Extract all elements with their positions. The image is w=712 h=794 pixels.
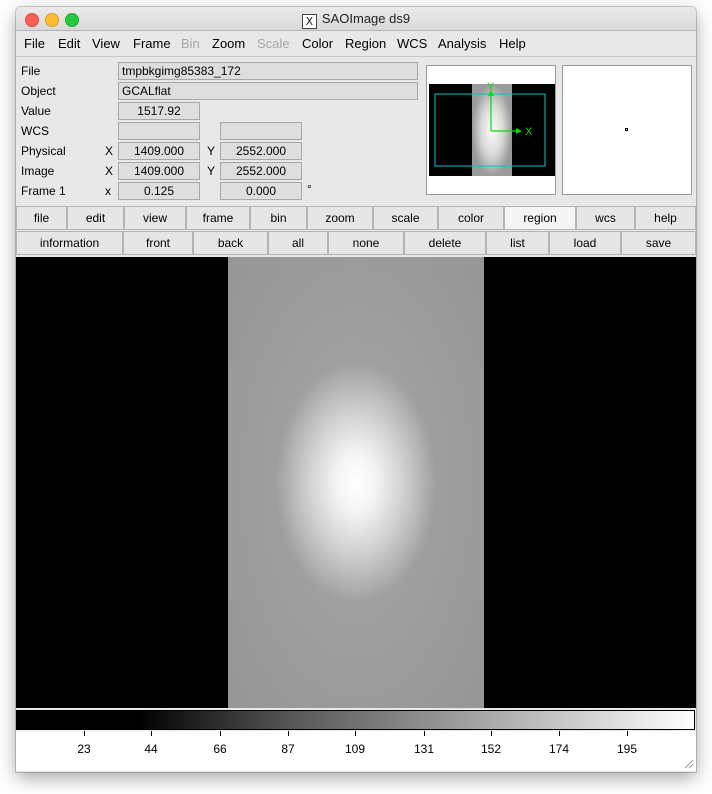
wcs-field-1 xyxy=(118,122,200,140)
value-label: Value xyxy=(21,104,51,118)
colorbar-tick xyxy=(424,731,425,736)
object-field: GCALflat xyxy=(118,82,418,100)
menu-analysis[interactable]: Analysis xyxy=(438,36,486,51)
button-view[interactable]: view xyxy=(124,206,186,230)
window-title: X SAOImage ds9 xyxy=(16,11,696,29)
button-back[interactable]: back xyxy=(193,231,268,255)
resize-grip-icon[interactable] xyxy=(682,757,694,769)
ds9-window: X SAOImage ds9 File Edit View Frame Bin Z… xyxy=(16,7,696,772)
image-label: Image xyxy=(21,164,55,178)
window-title-text: SAOImage ds9 xyxy=(321,11,411,26)
colorbar-tick-label: 109 xyxy=(344,742,366,756)
image-display[interactable] xyxy=(16,257,696,708)
menu-frame[interactable]: Frame xyxy=(133,36,171,51)
panner-image xyxy=(472,84,512,176)
menu-bin: Bin xyxy=(181,36,200,51)
button-front[interactable]: front xyxy=(123,231,193,255)
button-help[interactable]: help xyxy=(635,206,696,230)
panner[interactable]: Y X xyxy=(426,65,556,195)
button-save[interactable]: save xyxy=(621,231,696,255)
colorbar-tick xyxy=(220,731,221,736)
image-x-label: X xyxy=(105,164,114,178)
file-label: File xyxy=(21,64,41,78)
physical-x-field: 1409.000 xyxy=(118,142,200,160)
wcs-field-2 xyxy=(220,122,302,140)
colorbar-tick xyxy=(84,731,85,736)
colorbar-tick-label: 66 xyxy=(213,742,227,756)
button-none[interactable]: none xyxy=(328,231,404,255)
menu-wcs[interactable]: WCS xyxy=(397,36,427,51)
colorbar-tick-label: 23 xyxy=(77,742,91,756)
menu-view[interactable]: View xyxy=(92,36,120,51)
title-bar[interactable]: X SAOImage ds9 xyxy=(16,7,696,31)
physical-label: Physical xyxy=(21,144,66,158)
colorbar-tick-label: 195 xyxy=(616,742,638,756)
button-bar-main: file edit view frame bin zoom scale colo… xyxy=(16,206,696,230)
colorbar[interactable] xyxy=(16,710,695,730)
button-delete[interactable]: delete xyxy=(404,231,486,255)
menu-color[interactable]: Color xyxy=(302,36,333,51)
image-x-field: 1409.000 xyxy=(118,162,200,180)
image-y-label: Y xyxy=(207,164,216,178)
button-region[interactable]: region xyxy=(504,206,576,230)
physical-x-label: X xyxy=(105,144,114,158)
menu-edit[interactable]: Edit xyxy=(58,36,80,51)
panner-canvas: Y X xyxy=(429,81,555,176)
frame-zoom-field: 0.125 xyxy=(118,182,200,200)
button-zoom[interactable]: zoom xyxy=(307,206,373,230)
button-scale[interactable]: scale xyxy=(373,206,438,230)
colorbar-tick-label: 152 xyxy=(480,742,502,756)
menu-file[interactable]: File xyxy=(24,36,45,51)
colorbar-tick-label: 174 xyxy=(548,742,570,756)
value-field: 1517.92 xyxy=(118,102,200,120)
button-all[interactable]: all xyxy=(268,231,328,255)
wcs-label: WCS xyxy=(21,124,49,138)
button-information[interactable]: information xyxy=(16,231,123,255)
frame-angle-field: 0.000 xyxy=(220,182,302,200)
menu-zoom[interactable]: Zoom xyxy=(212,36,245,51)
frame-x-label: x xyxy=(105,184,111,198)
x11-icon: X xyxy=(301,14,317,29)
colorbar-tick xyxy=(627,731,628,736)
button-list[interactable]: list xyxy=(486,231,549,255)
button-color[interactable]: color xyxy=(438,206,504,230)
menu-bar: File Edit View Frame Bin Zoom Scale Colo… xyxy=(16,31,696,57)
colorbar-tick xyxy=(151,731,152,736)
colorbar-tick-label: 131 xyxy=(413,742,435,756)
colorbar-tick-label: 44 xyxy=(144,742,158,756)
magnifier-cursor xyxy=(625,128,628,131)
colorbar-tick xyxy=(559,731,560,736)
button-frame[interactable]: frame xyxy=(186,206,250,230)
menu-help[interactable]: Help xyxy=(499,36,526,51)
button-wcs[interactable]: wcs xyxy=(576,206,635,230)
button-bar-region: information front back all none delete l… xyxy=(16,231,696,255)
physical-y-field: 2552.000 xyxy=(220,142,302,160)
colorbar-ticks: 23 44 66 87 109 131 152 174 195 xyxy=(16,731,696,771)
button-file[interactable]: file xyxy=(16,206,67,230)
flat-field-vignette xyxy=(228,257,484,708)
degree-symbol: ° xyxy=(307,182,312,196)
magnifier xyxy=(562,65,692,195)
object-label: Object xyxy=(21,84,56,98)
button-bin[interactable]: bin xyxy=(250,206,307,230)
button-edit[interactable]: edit xyxy=(67,206,124,230)
file-field: tmpbkgimg85383_172 xyxy=(118,62,418,80)
button-load[interactable]: load xyxy=(549,231,621,255)
panner-y-label: Y xyxy=(487,81,495,93)
menu-scale: Scale xyxy=(257,36,290,51)
colorbar-tick xyxy=(491,731,492,736)
frame-label: Frame 1 xyxy=(21,184,66,198)
colorbar-tick xyxy=(288,731,289,736)
colorbar-tick xyxy=(355,731,356,736)
image-y-field: 2552.000 xyxy=(220,162,302,180)
menu-region[interactable]: Region xyxy=(345,36,386,51)
physical-y-label: Y xyxy=(207,144,216,158)
colorbar-tick-label: 87 xyxy=(281,742,295,756)
panner-x-label: X xyxy=(525,126,533,138)
